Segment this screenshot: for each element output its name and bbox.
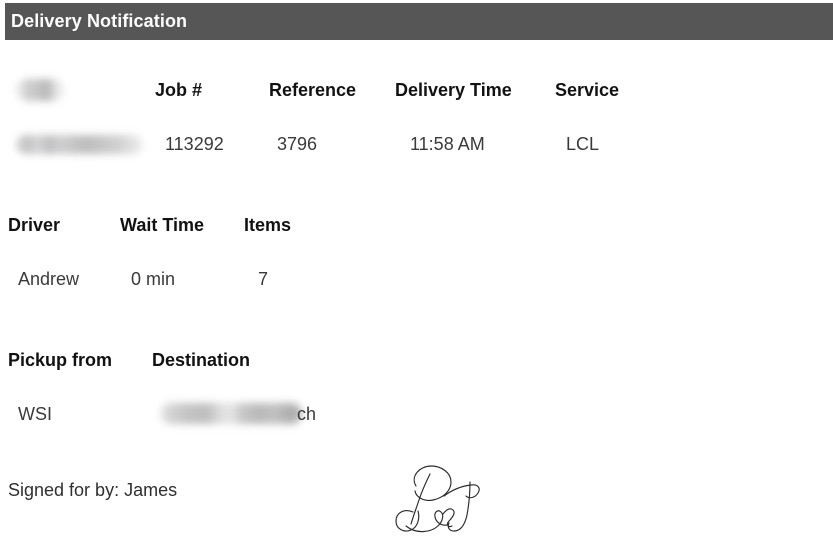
column-header-delivery-time: Delivery Time <box>395 80 512 100</box>
job-details-header-row: Job # Reference Delivery Time Service <box>0 75 833 129</box>
value-service: LCL <box>566 134 600 154</box>
value-pickup-from: WSI <box>18 404 52 424</box>
route-value-row: WSI ch <box>0 399 833 453</box>
job-details-value-row: 113292 3796 11:58 AM LCL <box>0 129 833 183</box>
column-header-wait-time: Wait Time <box>120 215 205 235</box>
value-items: 7 <box>258 269 269 289</box>
route-section: Pickup from Destination WSI ch <box>0 345 833 453</box>
destination-visible-tail: ch <box>297 404 317 424</box>
column-header-pickup-from: Pickup from <box>8 350 113 370</box>
value-job-number: 113292 <box>165 134 224 154</box>
job-details-section: Job # Reference Delivery Time Service 11… <box>0 75 833 183</box>
title-bar: Delivery Notification <box>5 3 833 40</box>
signature-image <box>386 460 490 538</box>
column-header-driver: Driver <box>8 215 61 235</box>
value-delivery-time: 11:58 AM <box>410 134 485 154</box>
signed-for-by-label: Signed for by: James <box>8 480 178 500</box>
column-header-items: Items <box>244 215 292 235</box>
column-header-reference: Reference <box>269 80 357 100</box>
redacted-company-name <box>16 135 143 154</box>
redacted-destination <box>160 403 302 424</box>
driver-details-value-row: Andrew 0 min 7 <box>0 264 833 318</box>
value-reference: 3796 <box>277 134 318 154</box>
value-wait-time: 0 min <box>131 269 176 289</box>
column-header-destination: Destination <box>152 350 251 370</box>
redacted-company-logo <box>16 79 64 101</box>
driver-details-section: Driver Wait Time Items Andrew 0 min 7 <box>0 210 833 318</box>
route-header-row: Pickup from Destination <box>0 345 833 399</box>
value-driver: Andrew <box>18 269 80 289</box>
page-title: Delivery Notification <box>11 11 188 31</box>
column-header-service: Service <box>555 80 620 100</box>
driver-details-header-row: Driver Wait Time Items <box>0 210 833 264</box>
column-header-job-number: Job # <box>155 80 203 100</box>
